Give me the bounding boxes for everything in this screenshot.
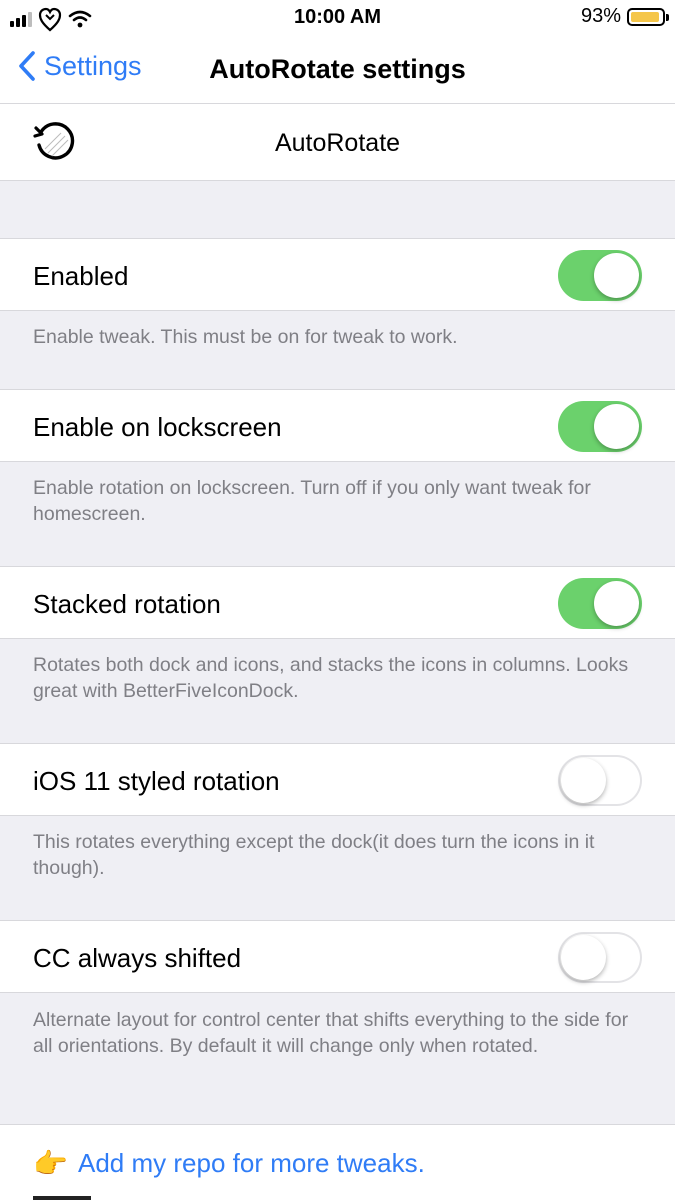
enable-on-lockscreen-toggle[interactable] [558,401,642,452]
setting-footer: Alternate layout for control center that… [33,1009,629,1057]
setting-footer: This rotates everything except the dock(… [33,831,595,879]
page-title: AutoRotate settings [209,54,466,84]
setting-footer: Rotates both dock and icons, and stacks … [33,654,629,702]
setting-label: Enabled [33,261,129,291]
setting-row-ios11-styled-rotation: iOS 11 styled rotation [0,743,675,816]
setting-label: Enable on lockscreen [33,412,282,442]
setting-row-enabled: Enabled [0,238,675,311]
header-title: AutoRotate [274,129,401,157]
enabled-toggle[interactable] [558,250,642,301]
setting-row-cc-always-shifted: CC always shifted [0,920,675,993]
stacked-rotation-toggle[interactable] [558,578,642,629]
setting-label: Stacked rotation [33,589,221,619]
navigation-bar: Settings AutoRotate settings [0,36,675,104]
add-repo-label: Add my repo for more tweaks. [78,1148,425,1178]
battery-fill [631,11,659,22]
tweak-header: AutoRotate [0,104,675,181]
status-bar: 10:00 AM 93% [0,0,675,36]
setting-label: CC always shifted [33,943,242,973]
pointing-hand-icon: 👉 [33,1148,68,1179]
status-right: 93% [580,5,669,28]
setting-row-enable-on-lockscreen: Enable on lockscreen [0,389,675,462]
status-time: 10:00 AM [293,6,382,28]
setting-footer: Enable rotation on lockscreen. Turn off … [33,477,591,525]
cc-always-shifted-toggle[interactable] [558,932,642,983]
ios11-styled-rotation-toggle[interactable] [558,755,642,806]
setting-label: iOS 11 styled rotation [33,766,280,796]
battery-percent: 93% [580,5,621,27]
setting-footer: Enable tweak. This must be on for tweak … [33,326,458,348]
next-cell-edge [33,1196,91,1200]
setting-row-stacked-rotation: Stacked rotation [0,566,675,639]
add-repo-link[interactable]: 👉 Add my repo for more tweaks. [0,1124,675,1200]
battery-icon [627,7,669,26]
